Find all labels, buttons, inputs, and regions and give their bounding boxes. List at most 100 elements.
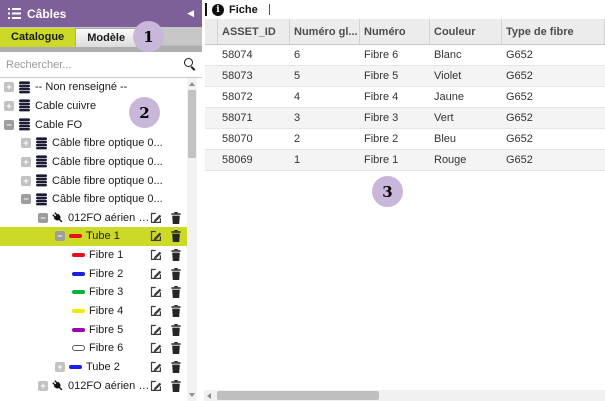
edit-icon[interactable] [150, 342, 162, 354]
tab-fiche[interactable]: Fiche [229, 4, 258, 16]
edit-icon[interactable] [150, 324, 162, 336]
tree-item[interactable]: + Tube 2 [0, 358, 187, 377]
edit-icon[interactable] [150, 286, 162, 298]
vertical-scrollbar[interactable] [187, 78, 197, 401]
trash-icon[interactable] [171, 361, 181, 373]
tree-item[interactable]: Fibre 4 [0, 302, 187, 321]
trash-icon[interactable] [171, 305, 181, 317]
table-cell: 58071 [218, 108, 290, 128]
tree-item[interactable]: + Câble fibre optique 0... [0, 153, 187, 172]
tree-item[interactable]: +Câble fibre optique 0... [0, 171, 187, 190]
edit-icon[interactable] [150, 268, 162, 280]
tree-item[interactable]: + Câble fibre optique 0... [0, 134, 187, 153]
row-spacer [205, 66, 218, 86]
tree-item[interactable]: Fibre 3 [0, 283, 187, 302]
tree-item[interactable]: + -- Non renseigné -- [0, 78, 187, 97]
fibre-color-dash-icon [72, 272, 85, 276]
trash-icon[interactable] [171, 268, 181, 280]
tree-item[interactable]: −Tube 1 [0, 227, 187, 246]
table-row[interactable]: 580746Fibre 6BlancG652 [205, 45, 605, 66]
tree-item-label: Cable cuivre [35, 100, 96, 112]
tree-item-actions [150, 249, 187, 261]
trash-icon[interactable] [171, 230, 181, 242]
tree-item-actions [150, 324, 187, 336]
cable-stack-icon [35, 174, 48, 187]
tree-item-label: Câble fibre optique 0... [52, 137, 163, 149]
collapse-panel-icon[interactable]: ◀ [187, 9, 194, 18]
column-header[interactable]: Numéro gl... [290, 19, 360, 44]
table-row[interactable]: 580724Fibre 4JauneG652 [205, 87, 605, 108]
tree-item-label: Fibre 3 [89, 286, 123, 298]
horizontal-scrollbar[interactable] [204, 390, 605, 401]
table-cell: Fibre 4 [360, 87, 430, 107]
scroll-left-icon[interactable] [207, 393, 211, 399]
table-cell: Vert [430, 108, 502, 128]
tab-catalogue[interactable]: Catalogue [0, 28, 75, 47]
expand-icon[interactable]: + [21, 157, 31, 167]
expand-icon[interactable]: + [38, 381, 48, 391]
tree-item-label: Tube 2 [86, 361, 120, 373]
scroll-up-icon[interactable] [189, 82, 195, 86]
tree-item-label: Câble fibre optique 0... [52, 156, 163, 168]
tree-item-label: -- Non renseigné -- [35, 81, 127, 93]
trash-icon[interactable] [171, 212, 181, 224]
tree-item[interactable]: Fibre 5 [0, 320, 187, 339]
column-header[interactable]: Type de fibre [502, 19, 605, 44]
column-header[interactable]: ASSET_ID [218, 19, 290, 44]
tree-item[interactable]: Fibre 1 [0, 246, 187, 265]
table-cell: Jaune [430, 87, 502, 107]
edit-icon[interactable] [150, 230, 162, 242]
collapse-icon[interactable]: − [55, 231, 65, 241]
edit-icon[interactable] [150, 305, 162, 317]
expand-icon[interactable]: + [21, 138, 31, 148]
table-cell: Fibre 6 [360, 45, 430, 65]
column-header[interactable]: Couleur [430, 19, 502, 44]
tree-item[interactable]: − Câble fibre optique 0... [0, 190, 187, 209]
trash-icon[interactable] [171, 380, 181, 392]
tree-item[interactable]: Fibre 2 [0, 264, 187, 283]
fibre-color-dash-icon [72, 253, 85, 257]
edit-icon[interactable] [150, 361, 162, 373]
table-row[interactable]: 580691Fibre 1RougeG652 [205, 150, 605, 171]
expand-icon[interactable]: + [4, 101, 14, 111]
panel-title: Câbles [27, 7, 66, 21]
cable-stack-icon [18, 118, 31, 131]
tree-item[interactable]: +012FO aérien G6... [0, 376, 187, 395]
trash-icon[interactable] [171, 342, 181, 354]
collapse-icon[interactable]: − [38, 213, 48, 223]
horizontal-scrollbar-thumb[interactable] [217, 391, 379, 400]
trash-icon[interactable] [171, 324, 181, 336]
edit-icon[interactable] [150, 380, 162, 392]
collapse-icon[interactable]: − [4, 120, 14, 130]
edit-icon[interactable] [150, 249, 162, 261]
trash-icon[interactable] [171, 286, 181, 298]
search-icon[interactable] [184, 58, 193, 67]
table-cell: 58072 [218, 87, 290, 107]
collapse-icon[interactable]: − [21, 194, 31, 204]
edit-icon[interactable] [150, 212, 162, 224]
search-input[interactable] [0, 52, 202, 77]
tab-modèle[interactable]: Modèle [75, 28, 137, 47]
scroll-down-icon[interactable] [189, 393, 195, 397]
expand-icon[interactable]: + [55, 362, 65, 372]
cable-stack-icon [35, 193, 48, 206]
table-row[interactable]: 580713Fibre 3VertG652 [205, 108, 605, 129]
tree-item-actions [150, 361, 187, 373]
tree-item-actions [150, 342, 187, 354]
table-cell: 6 [290, 45, 360, 65]
vertical-scrollbar-thumb[interactable] [188, 90, 196, 158]
plug-icon [52, 380, 64, 392]
expand-icon[interactable]: + [4, 82, 14, 92]
tree-item[interactable]: −012FO aérien G6... [0, 208, 187, 227]
tree-item[interactable]: Fibre 6 [0, 339, 187, 358]
table-header-spacer [205, 19, 218, 44]
expand-icon[interactable]: + [21, 176, 31, 186]
app-window: Câbles ◀ CatalogueModèle + -- Non renseig… [0, 0, 605, 401]
tree-item-label: Fibre 1 [89, 249, 123, 261]
table-row[interactable]: 580702Fibre 2BleuG652 [205, 129, 605, 150]
tree-item-label: Câble fibre optique 0... [52, 193, 163, 205]
trash-icon[interactable] [171, 249, 181, 261]
column-header[interactable]: Numéro [360, 19, 430, 44]
table-row[interactable]: 580735Fibre 5VioletG652 [205, 66, 605, 87]
tree-item-label: Cable FO [35, 119, 82, 131]
